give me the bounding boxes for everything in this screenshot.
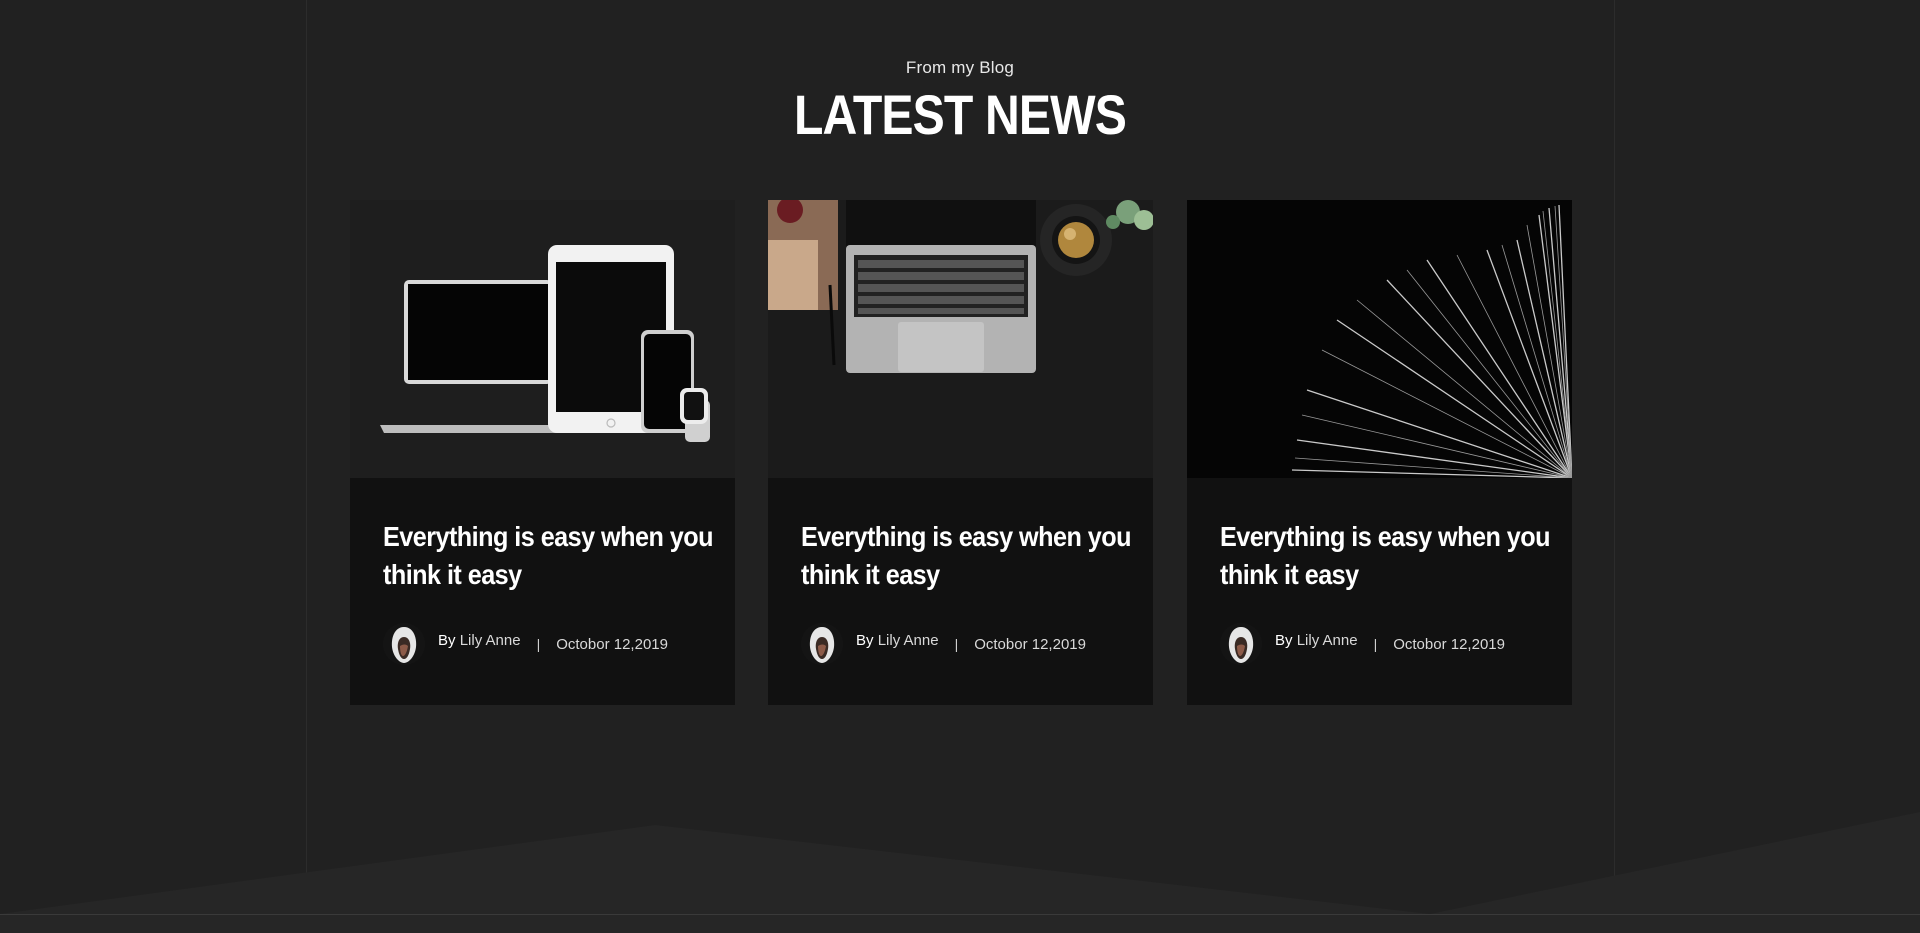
post-title[interactable]: Everything is easy when you think it eas… [383,518,716,594]
post-date: Octobor 12,2019 [1393,635,1505,653]
post-title[interactable]: Everything is easy when you think it eas… [1220,518,1553,594]
post-title[interactable]: Everything is easy when you think it eas… [801,518,1134,594]
post-date: Octobor 12,2019 [556,635,668,653]
meta-separator: | [954,636,959,652]
by-label: By [856,631,874,649]
by-label: By [1275,631,1293,649]
meta-separator: | [536,636,541,652]
section-subtitle: From my Blog [905,58,1015,77]
post-meta: By Lily Anne | Octobor 12,2019 [1220,622,1505,666]
author-avatar [801,623,843,665]
laptop-desk-image[interactable] [768,200,1153,478]
author-avatar [383,623,425,665]
section-title: LATEST NEWS [793,83,1127,146]
author-avatar [1220,623,1262,665]
blog-card[interactable]: Everything is easy when you think it eas… [768,200,1153,705]
open-book-image[interactable] [1187,200,1572,478]
post-author: By Lily Anne [438,632,521,649]
meta-separator: | [1373,636,1378,652]
by-label: By [438,631,456,649]
author-name[interactable]: Lily Anne [1297,632,1358,649]
footer-divider [0,914,1920,915]
blog-card[interactable]: Everything is easy when you think it eas… [1187,200,1572,705]
post-meta: By Lily Anne | Octobor 12,2019 [801,622,1086,666]
author-name[interactable]: Lily Anne [460,632,521,649]
author-name[interactable]: Lily Anne [878,632,939,649]
post-date: Octobor 12,2019 [974,635,1086,653]
blog-card[interactable]: Everything is easy when you think it eas… [350,200,735,705]
post-author: By Lily Anne [1275,632,1358,649]
devices-mockup-image[interactable] [350,200,735,478]
post-meta: By Lily Anne | Octobor 12,2019 [383,622,668,666]
post-author: By Lily Anne [856,632,939,649]
